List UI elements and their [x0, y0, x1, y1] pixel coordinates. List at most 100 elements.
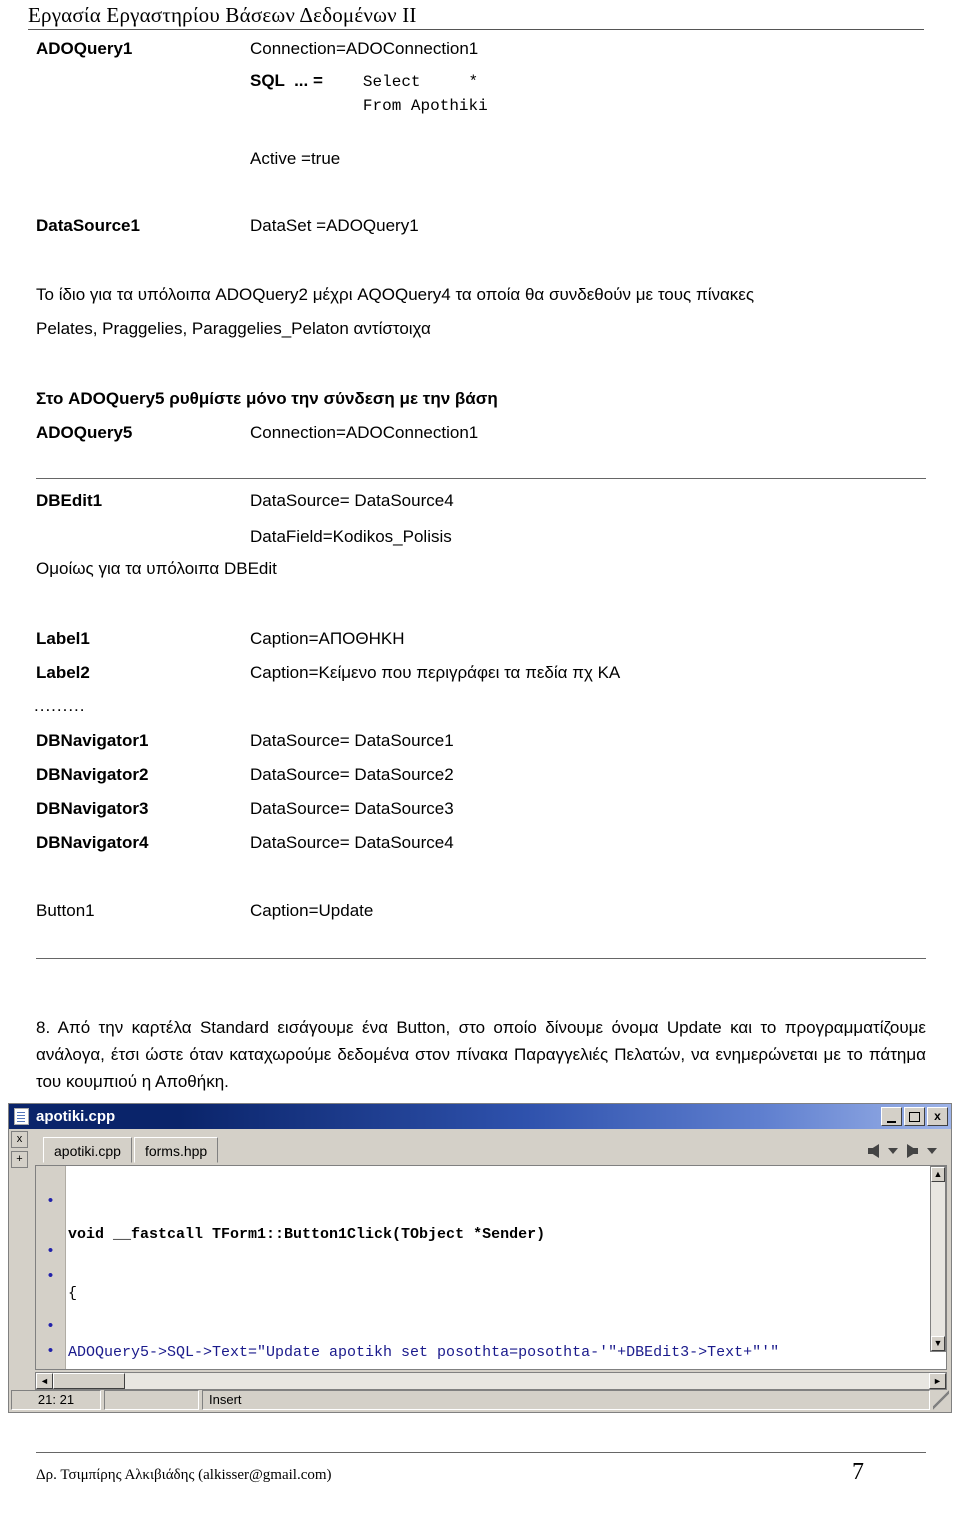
- horizontal-scrollbar[interactable]: ◄ ►: [35, 1372, 947, 1390]
- back-arrow-icon[interactable]: [868, 1144, 879, 1158]
- scroll-up-button[interactable]: ▲: [931, 1167, 945, 1182]
- property-row-sql: SQL ... = Select * From Apothiki: [36, 70, 926, 118]
- property-row-dbnavigator4: DBNavigator4 DataSource= DataSource4: [36, 832, 926, 854]
- property-key: DBEdit1: [36, 491, 103, 510]
- property-value: DataSource= DataSource1: [250, 731, 454, 750]
- sql-label: SQL ... =: [250, 71, 323, 90]
- ellipsis-separator: .........: [34, 696, 86, 715]
- breakpoint-dot-icon: •: [47, 1242, 54, 1259]
- property-value: DataSet =ADOQuery1: [250, 216, 419, 235]
- side-expand-button[interactable]: +: [11, 1151, 28, 1168]
- ide-statusbar: 21: 21 Insert: [11, 1390, 949, 1410]
- forward-dropdown-icon[interactable]: [927, 1148, 937, 1154]
- property-row-button1: Button1 Caption=Update: [36, 900, 926, 922]
- cursor-position-status: 21: 21: [11, 1390, 101, 1410]
- property-value: DataSource= DataSource2: [250, 765, 454, 784]
- resize-grip-icon[interactable]: [933, 1390, 949, 1410]
- property-row-active: Active =true: [36, 148, 926, 170]
- property-value: Caption=Update: [250, 901, 374, 920]
- breakpoint-dot-icon: •: [36, 1363, 65, 1369]
- property-key: DataSource1: [36, 216, 140, 235]
- horizontal-scroll-thumb[interactable]: [53, 1373, 125, 1389]
- tab-forms-hpp[interactable]: forms.hpp: [133, 1137, 219, 1163]
- navigation-arrows: [868, 1144, 937, 1158]
- maximize-button[interactable]: [904, 1107, 925, 1126]
- note-adoquery-range: Το ίδιο για τα υπόλοιπα ADOQuery2 μέχρι …: [36, 285, 755, 304]
- property-row-dbnavigator2: DBNavigator2 DataSource= DataSource2: [36, 764, 926, 786]
- code-line: void __fastcall TForm1::Button1Click(TOb…: [68, 1226, 546, 1243]
- scroll-right-button[interactable]: ►: [929, 1373, 946, 1389]
- property-row-adoquery5: ADOQuery5 Connection=ADOConnection1: [36, 422, 926, 444]
- breakpoint-dot-icon: •: [47, 1192, 54, 1209]
- tab-apotiki-cpp[interactable]: apotiki.cpp: [43, 1137, 132, 1163]
- scroll-left-button[interactable]: ◄: [36, 1373, 53, 1389]
- property-key: DBNavigator3: [36, 799, 149, 818]
- ide-window-screenshot: apotiki.cpp x apotiki.cpp forms.hpp x + …: [8, 1103, 952, 1413]
- note-adoquery5-instruction: Στο ADOQuery5 ρυθμίστε μόνο την σύνδεση …: [36, 389, 498, 408]
- property-value: DataSource= DataSource4: [250, 833, 454, 852]
- property-value: DataField=Kodikos_Polisis: [250, 527, 452, 546]
- header-divider: [28, 29, 924, 30]
- property-row-dbedit1: DBEdit1 DataSource= DataSource4: [36, 490, 926, 512]
- vertical-scrollbar[interactable]: ▲ ▼: [930, 1166, 946, 1352]
- code-editor[interactable]: • • • • • • void __fastcall TForm1::Butt…: [35, 1165, 947, 1370]
- breakpoint-dot-icon: •: [47, 1342, 54, 1359]
- breakpoint-dot-icon: [36, 1213, 65, 1238]
- property-key: DBNavigator1: [36, 731, 149, 750]
- property-row-dbnavigator1: DBNavigator1 DataSource= DataSource1: [36, 730, 926, 752]
- document-icon: [14, 1108, 29, 1125]
- active-value: Active =true: [250, 149, 341, 168]
- property-key: DBNavigator2: [36, 765, 149, 784]
- property-value: Connection=ADOConnection1: [250, 423, 479, 442]
- section-divider-2: [36, 958, 926, 959]
- property-key: Label1: [36, 629, 90, 648]
- ide-side-buttons: x +: [11, 1131, 31, 1171]
- sql-statement: Select * From Apothiki: [362, 73, 488, 115]
- forward-arrow-icon[interactable]: [907, 1144, 918, 1158]
- property-row-datasource1: DataSource1 DataSet =ADOQuery1: [36, 215, 926, 237]
- note-dbedit-rest: Ομοίως για τα υπόλοιπα DBEdit: [36, 559, 277, 578]
- property-key: Button1: [36, 901, 95, 920]
- footer-credit: Δρ. Τσιμπίρης Αλκιβιάδης (alkisser@gmail…: [36, 1467, 332, 1483]
- ide-titlebar: apotiki.cpp x: [9, 1104, 951, 1129]
- property-key: DBNavigator4: [36, 833, 149, 852]
- code-line: {: [68, 1285, 78, 1302]
- maximize-icon: [909, 1111, 920, 1122]
- breakpoint-dot-icon: •: [47, 1267, 54, 1284]
- page-title: Εργασία Εργαστηρίου Βάσεων Δεδομένων ΙΙ: [28, 3, 417, 27]
- breakpoint-dot-icon: •: [47, 1317, 54, 1334]
- back-dropdown-icon[interactable]: [888, 1148, 898, 1154]
- editor-gutter: • • • • • •: [36, 1166, 66, 1369]
- property-key: Label2: [36, 663, 90, 682]
- property-value: Caption=ΑΠΟΘΗΚΗ: [250, 629, 405, 648]
- property-key: ADOQuery1: [36, 39, 133, 58]
- breakpoint-dot-icon: [36, 1288, 65, 1313]
- code-line: ADOQuery5->SQL->Text="Update apotikh set…: [68, 1344, 780, 1361]
- footer-divider: [36, 1452, 926, 1453]
- side-close-button[interactable]: x: [11, 1131, 28, 1148]
- property-row-dbnavigator3: DBNavigator3 DataSource= DataSource3: [36, 798, 926, 820]
- property-row-label2: Label2 Caption=Κείμενο που περιγράφει τα…: [36, 662, 926, 684]
- close-button[interactable]: x: [927, 1107, 948, 1126]
- window-controls: x: [881, 1107, 948, 1126]
- code-text-area[interactable]: void __fastcall TForm1::Button1Click(TOb…: [66, 1166, 946, 1369]
- minimize-button[interactable]: [881, 1107, 902, 1126]
- insert-mode-status: Insert: [202, 1390, 930, 1410]
- property-value: Caption=Κείμενο που περιγράφει τα πεδία …: [250, 663, 621, 682]
- status-empty-cell: [104, 1390, 199, 1410]
- property-row-label1: Label1 Caption=ΑΠΟΘΗΚΗ: [36, 628, 926, 650]
- property-row-adoquery1: ADOQuery1 Connection=ADOConnection1: [36, 38, 926, 60]
- scroll-down-button[interactable]: ▼: [931, 1336, 945, 1351]
- property-value: Connection=ADOConnection1: [250, 39, 479, 58]
- ide-window-title: apotiki.cpp: [36, 1108, 116, 1125]
- page-number: 7: [852, 1459, 864, 1485]
- section-divider-1: [36, 478, 926, 479]
- paragraph-step-8: 8. Από την καρτέλα Standard εισάγουμε έν…: [36, 1018, 926, 1091]
- property-value: DataSource= DataSource4: [250, 491, 454, 510]
- property-value: DataSource= DataSource3: [250, 799, 454, 818]
- property-row-dbedit1-field: DataField=Kodikos_Polisis: [36, 526, 926, 548]
- ide-tabstrip: apotiki.cpp forms.hpp: [9, 1129, 951, 1163]
- minimize-icon: [887, 1121, 896, 1123]
- property-key: ADOQuery5: [36, 423, 133, 442]
- running-header: Εργασία Εργαστηρίου Βάσεων Δεδομένων ΙΙ: [28, 2, 928, 30]
